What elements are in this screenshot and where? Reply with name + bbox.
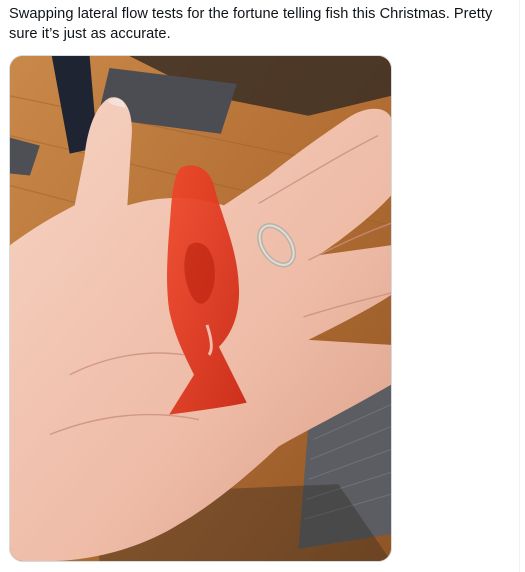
tweet-photo[interactable] [9,55,392,562]
tweet-text: Swapping lateral flow tests for the fort… [9,6,493,42]
tweet: Swapping lateral flow tests for the fort… [0,0,525,572]
divider [519,0,520,572]
photo-illustration [10,56,391,561]
